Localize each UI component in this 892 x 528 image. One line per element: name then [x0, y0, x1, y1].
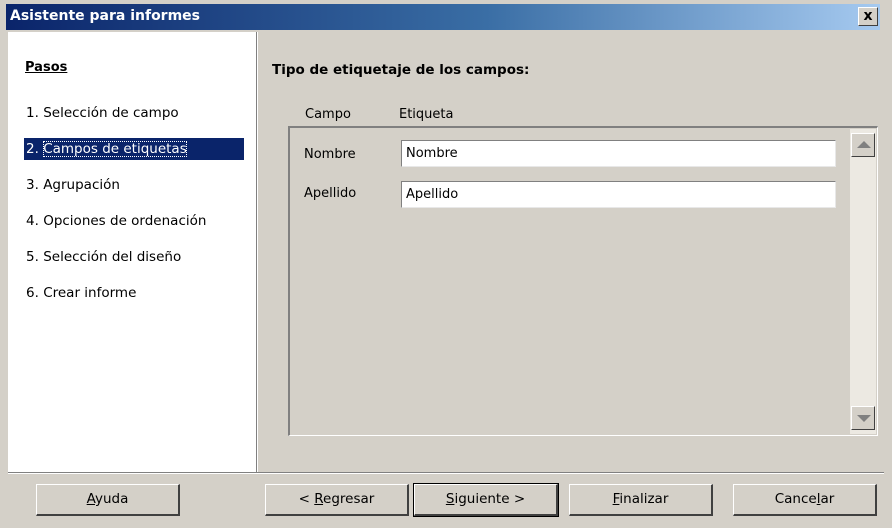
steps-panel: Pasos 1. Selección de campo 2. Campos de… [8, 32, 256, 472]
window-title: Asistente para informes [10, 8, 201, 24]
arrow-up-icon [857, 141, 871, 148]
back-button[interactable]: < Regresar [265, 484, 409, 516]
step-item-grouping[interactable]: 3. Agrupación [24, 174, 244, 196]
label-input-nombre[interactable]: Nombre [401, 140, 836, 167]
step-number: 6. [26, 285, 39, 301]
page-title: Tipo de etiquetaje de los campos: [272, 62, 530, 78]
step-item-label-fields[interactable]: 2. Campos de etiquetas [24, 138, 244, 160]
step-item-create-report[interactable]: 6. Crear informe [24, 282, 244, 304]
close-button[interactable]: x [858, 7, 878, 26]
column-header-field: Campo [305, 107, 351, 122]
step-label: Crear informe [43, 285, 137, 301]
back-button-post: egresar [323, 491, 375, 507]
cancel-button[interactable]: Cancelar [733, 484, 877, 516]
help-button-key: A [86, 491, 95, 507]
step-label: Opciones de ordenación [43, 213, 207, 229]
title-bar[interactable]: Asistente para informes x [6, 4, 880, 30]
fields-list-box: Nombre Nombre Apellido Apellido [288, 126, 878, 436]
report-wizard-dialog: Asistente para informes x Pasos 1. Selec… [0, 0, 892, 528]
footer-divider [8, 472, 884, 474]
arrow-down-icon [857, 415, 871, 422]
step-number: 1. [26, 105, 39, 121]
step-number: 4. [26, 213, 39, 229]
scroll-up-button[interactable] [851, 133, 875, 157]
label-input-apellido[interactable]: Apellido [401, 181, 836, 208]
steps-title: Pasos [25, 60, 68, 75]
back-button-key: R [314, 491, 324, 507]
vertical-scrollbar[interactable] [849, 129, 876, 434]
step-label: Campos de etiquetas [43, 141, 187, 157]
step-label: Agrupación [43, 177, 120, 193]
steps-list: 1. Selección de campo 2. Campos de etiqu… [24, 102, 244, 318]
step-number: 2. [26, 141, 39, 157]
field-name-apellido: Apellido [304, 186, 357, 201]
step-number: 3. [26, 177, 39, 193]
step-label: Selección de campo [43, 105, 179, 121]
step-item-layout-selection[interactable]: 5. Selección del diseño [24, 246, 244, 268]
help-button-post: yuda [94, 491, 129, 507]
finish-button[interactable]: Finalizar [569, 484, 713, 516]
next-button[interactable]: Siguiente > [413, 483, 559, 517]
close-icon: x [863, 8, 873, 24]
step-item-field-selection[interactable]: 1. Selección de campo [24, 102, 244, 124]
finish-button-post: inalizar [619, 491, 669, 507]
scroll-down-button[interactable] [851, 406, 875, 430]
step-label: Selección del diseño [43, 249, 182, 265]
next-button-post: iguiente > [454, 491, 526, 507]
step-item-sort-options[interactable]: 4. Opciones de ordenación [24, 210, 244, 232]
back-button-pre: < [298, 491, 315, 507]
cancel-button-post: ar [820, 491, 835, 507]
help-button[interactable]: Ayuda [36, 484, 180, 516]
cancel-button-pre: Cance [774, 491, 817, 507]
step-number: 5. [26, 249, 39, 265]
column-header-label: Etiqueta [399, 107, 454, 122]
field-name-nombre: Nombre [304, 147, 356, 162]
panel-divider [256, 32, 258, 472]
